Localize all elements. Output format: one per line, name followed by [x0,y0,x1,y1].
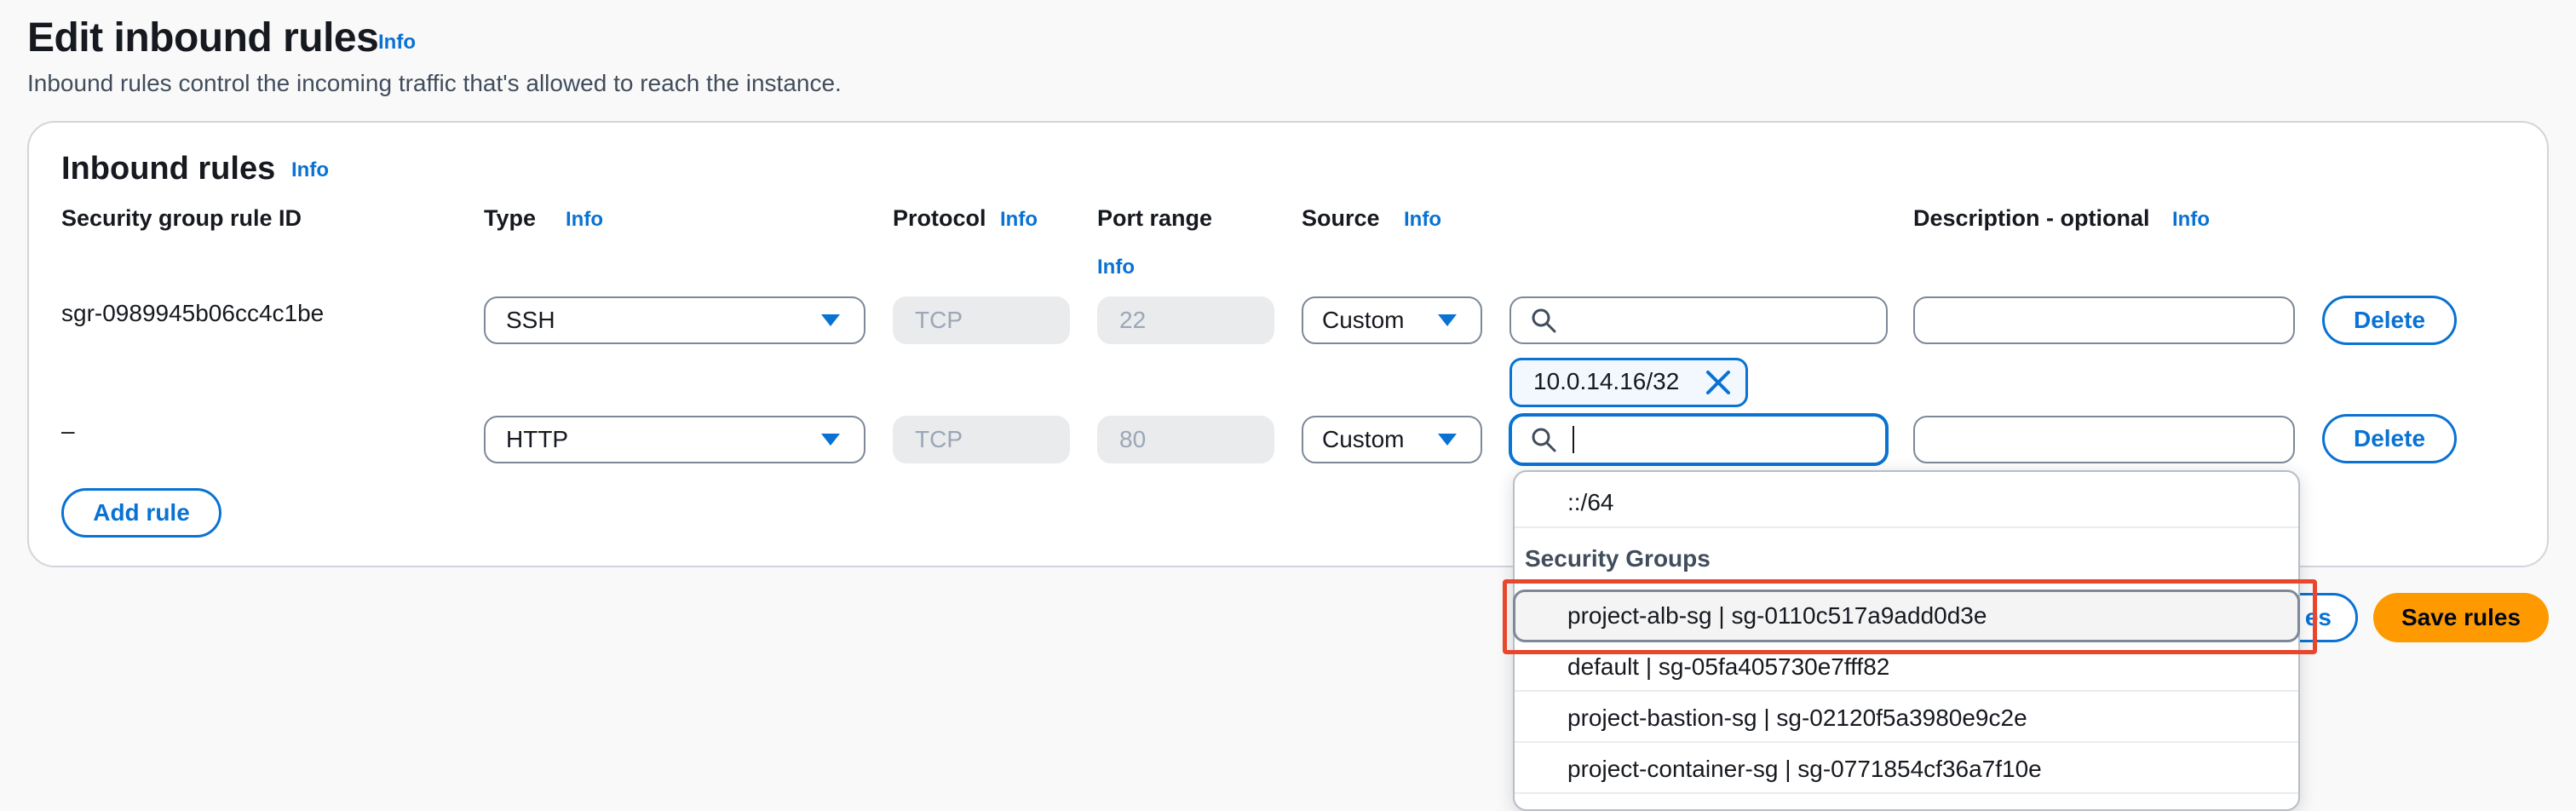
type-select-value: SSH [506,307,555,333]
column-header-rule-id: Security group rule ID [61,205,302,231]
title-info-link[interactable]: Info [378,31,416,55]
source-token-label: 10.0.14.16/32 [1533,368,1680,394]
caret-down-icon [1438,434,1457,446]
page-title: Edit inbound rules [27,15,379,60]
description-info-link[interactable]: Info [2172,208,2210,232]
description-input[interactable] [1913,416,2295,463]
rule-id-text: sgr-0989945b06cc4c1be [61,300,325,326]
page-description: Inbound rules control the incoming traff… [27,70,842,96]
source-type-value: Custom [1322,426,1405,452]
description-input[interactable] [1913,296,2295,344]
port-range-value: 22 [1119,307,1147,333]
dropdown-option[interactable]: project-container-sg | sg-0771854cf36a7f… [1567,752,2042,786]
add-rule-button[interactable]: Add rule [61,488,221,538]
search-icon [1532,428,1556,452]
delete-rule-button[interactable]: Delete [2322,296,2457,345]
caret-down-icon [821,314,840,326]
rule-id-text: – [61,417,75,444]
panel-info-link[interactable]: Info [291,158,329,182]
caret-down-icon [821,434,840,446]
save-rules-button[interactable]: Save rules [2373,593,2549,642]
column-header-type: Type [484,205,537,231]
protocol-value: TCP [915,307,963,333]
source-type-value: Custom [1322,307,1405,333]
source-search-input[interactable] [1509,414,1888,465]
dropdown-divider [1515,690,2298,692]
source-info-link[interactable]: Info [1404,208,1441,232]
type-select-value: HTTP [506,426,569,452]
dropdown-group-label: Security Groups [1525,545,1711,572]
column-header-source: Source [1302,205,1380,231]
search-icon [1532,308,1556,333]
column-header-port-range: Port range [1097,205,1213,231]
port-range-info-link[interactable]: Info [1097,256,1135,279]
dropdown-divider [1515,792,2298,794]
text-cursor [1573,426,1574,453]
dropdown-divider [1515,526,2298,528]
dropdown-divider [1515,741,2298,743]
source-search-input[interactable] [1509,296,1888,344]
panel-title: Inbound rules [61,151,276,187]
highlight-annotation-box [1503,579,2317,654]
dropdown-option[interactable]: default | sg-05fa405730e7fff82 [1567,650,1889,684]
protocol-info-link[interactable]: Info [1000,208,1038,232]
caret-down-icon [1438,314,1457,326]
column-header-protocol: Protocol [893,205,986,231]
delete-rule-button[interactable]: Delete [2322,414,2457,463]
close-icon[interactable] [1704,368,1733,397]
type-info-link[interactable]: Info [566,208,603,232]
port-range-value: 80 [1119,426,1147,452]
dropdown-option[interactable]: ::/64 [1567,486,1613,520]
dropdown-option[interactable]: project-bastion-sg | sg-02120f5a3980e9c2… [1567,701,2027,735]
protocol-value: TCP [915,426,963,452]
column-header-description: Description - optional [1913,205,2150,231]
